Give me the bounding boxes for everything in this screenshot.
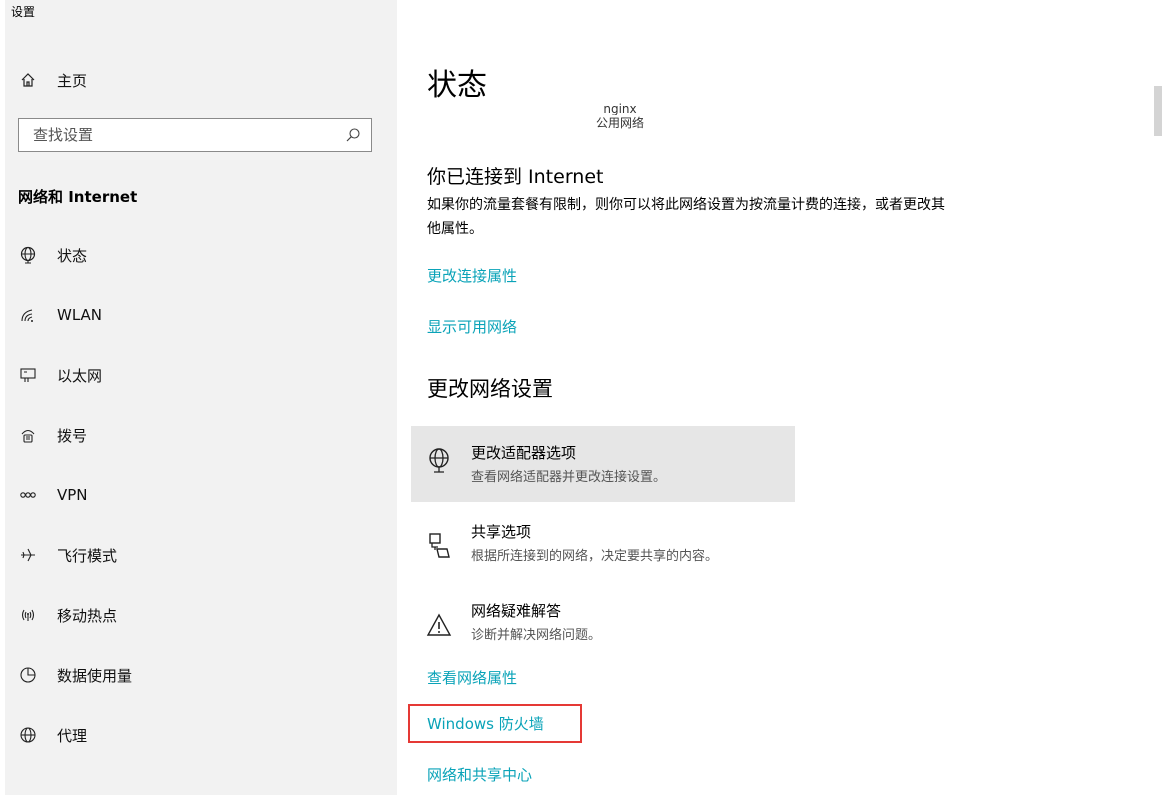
sidebar-item-label: 主页 xyxy=(57,71,88,90)
ethernet-icon xyxy=(18,365,38,385)
airplane-icon xyxy=(18,545,38,565)
option-subtitle: 查看网络适配器并更改连接设置。 xyxy=(471,470,667,485)
option-title: 更改适配器选项 xyxy=(471,444,577,462)
show-available-networks-link[interactable]: 显示可用网络 xyxy=(427,316,517,337)
sidebar: 设置 主页 网络和 Internet 状态 WLAN 以太网 xyxy=(0,0,397,795)
home-icon xyxy=(18,70,38,90)
network-name: nginx xyxy=(603,103,637,115)
change-network-settings-heading: 更改网络设置 xyxy=(427,377,553,401)
sidebar-item-proxy[interactable]: 代理 xyxy=(18,720,87,750)
sidebar-item-label: 飞行模式 xyxy=(57,546,118,565)
sidebar-item-data-usage[interactable]: 数据使用量 xyxy=(18,660,132,690)
search-box[interactable] xyxy=(18,118,372,152)
change-connection-properties-link[interactable]: 更改连接属性 xyxy=(427,265,517,286)
sidebar-item-label: 状态 xyxy=(57,246,88,265)
warning-icon xyxy=(425,610,453,638)
change-adapter-options[interactable]: 更改适配器选项 查看网络适配器并更改连接设置。 xyxy=(411,426,795,502)
vpn-icon xyxy=(18,485,38,505)
sidebar-item-hotspot[interactable]: 移动热点 xyxy=(18,600,117,630)
sidebar-item-label: 数据使用量 xyxy=(57,666,133,685)
sidebar-item-wlan[interactable]: WLAN xyxy=(18,300,102,330)
search-input[interactable] xyxy=(19,119,343,151)
sidebar-item-label: VPN xyxy=(57,486,88,504)
option-subtitle: 根据所连接到的网络，决定要共享的内容。 xyxy=(471,549,719,564)
sharing-icon xyxy=(425,531,453,559)
page-title: 状态 xyxy=(427,68,487,103)
option-title: 网络疑难解答 xyxy=(471,602,562,620)
data-usage-icon xyxy=(18,665,38,685)
network-info: nginx 公用网络 xyxy=(530,103,710,131)
view-network-properties-link[interactable]: 查看网络属性 xyxy=(427,667,517,688)
window-edge xyxy=(0,0,5,795)
sidebar-item-status[interactable]: 状态 xyxy=(18,240,87,270)
option-title: 共享选项 xyxy=(471,523,532,541)
sidebar-item-home[interactable]: 主页 xyxy=(18,65,87,95)
network-type: 公用网络 xyxy=(595,116,644,130)
sidebar-item-airplane[interactable]: 飞行模式 xyxy=(18,540,117,570)
sidebar-item-vpn[interactable]: VPN xyxy=(18,480,88,510)
sidebar-item-label: WLAN xyxy=(57,306,103,324)
windows-firewall-link[interactable]: Windows 防火墙 xyxy=(427,713,544,734)
section-title: 网络和 Internet xyxy=(18,188,138,206)
sidebar-item-label: 代理 xyxy=(57,726,88,745)
app-title: 设置 xyxy=(11,5,36,19)
search-icon[interactable] xyxy=(345,127,361,143)
connected-heading: 你已连接到 Internet xyxy=(427,166,604,188)
globe-status-icon xyxy=(18,245,38,265)
globe-icon xyxy=(18,725,38,745)
wifi-icon xyxy=(18,305,38,325)
sidebar-item-label: 移动热点 xyxy=(57,606,118,625)
adapter-globe-icon xyxy=(425,446,453,474)
sharing-options[interactable]: 共享选项 根据所连接到的网络，决定要共享的内容。 xyxy=(411,511,795,587)
sidebar-item-label: 拨号 xyxy=(57,426,88,445)
hotspot-icon xyxy=(18,605,38,625)
scrollbar-thumb[interactable] xyxy=(1154,86,1162,136)
dialup-icon xyxy=(18,425,38,445)
sidebar-item-label: 以太网 xyxy=(57,366,103,385)
sidebar-item-ethernet[interactable]: 以太网 xyxy=(18,360,102,390)
connected-description: 如果你的流量套餐有限制，则你可以将此网络设置为按流量计费的连接，或者更改其他属性… xyxy=(427,197,945,237)
network-sharing-center-link[interactable]: 网络和共享中心 xyxy=(427,764,532,785)
sidebar-item-dialup[interactable]: 拨号 xyxy=(18,420,87,450)
network-troubleshooter[interactable]: 网络疑难解答 诊断并解决网络问题。 xyxy=(411,590,795,666)
option-subtitle: 诊断并解决网络问题。 xyxy=(471,628,602,643)
